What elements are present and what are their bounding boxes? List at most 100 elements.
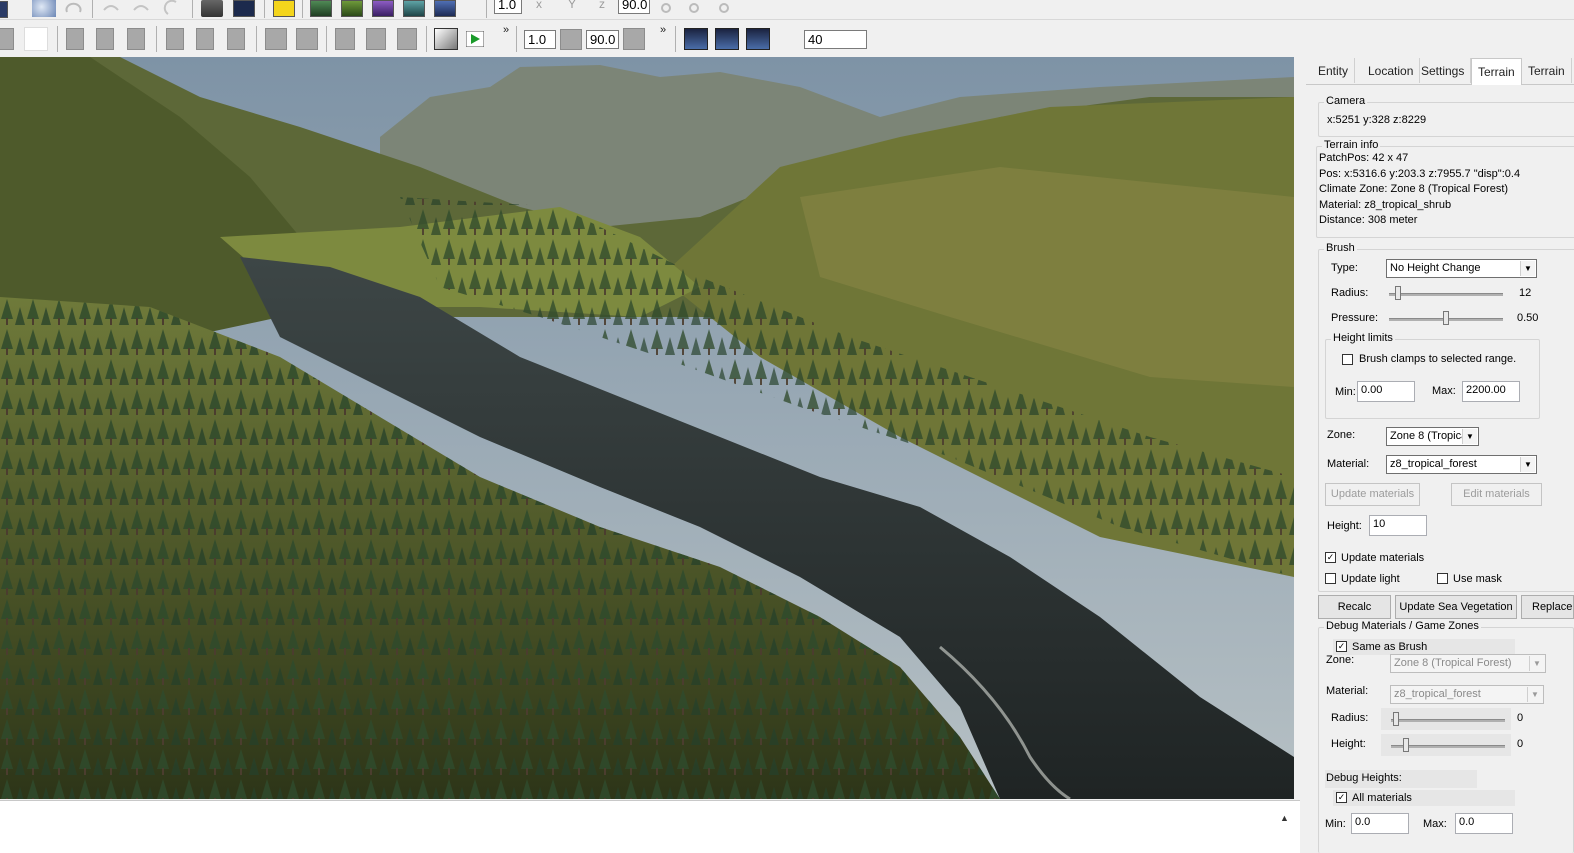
debug-height-value: 0 [1517, 738, 1524, 750]
toolbar2-button-10[interactable] [335, 28, 355, 50]
toolbar2-button-6[interactable] [196, 28, 214, 50]
toolbar2-button-2[interactable] [66, 28, 84, 50]
camera-group: Camera x:5251 y:328 z:8229 [1318, 95, 1574, 137]
scroll-up-icon[interactable]: ▲ [1280, 813, 1289, 823]
replace-button[interactable]: Replace [1521, 595, 1574, 619]
scale-input[interactable]: 1.0 [494, 0, 522, 14]
brush-zone-value: Zone 8 (Tropica [1390, 430, 1468, 442]
debug-height-slider-thumb[interactable] [1403, 738, 1409, 752]
debug-radius-slider[interactable] [1391, 719, 1505, 722]
tools-icon[interactable] [201, 0, 223, 17]
refresh-icon[interactable] [63, 0, 85, 17]
z-axis-label: z [599, 0, 605, 11]
debug-material-label: Material: [1326, 685, 1369, 697]
snap-grid-icon[interactable] [716, 0, 738, 17]
snap-angle-icon[interactable] [686, 0, 708, 17]
brush-height-input[interactable]: 10 [1369, 515, 1427, 536]
angle-input-2[interactable]: 90.0 [586, 30, 619, 49]
redo-icon[interactable] [130, 0, 152, 17]
update-sea-vegetation-button[interactable]: Update Sea Vegetation [1395, 595, 1517, 619]
brush-radius-slider-thumb[interactable] [1395, 286, 1402, 300]
help-icon[interactable] [273, 0, 295, 17]
debug-group-label: Debug Materials / Game Zones [1324, 620, 1481, 632]
update-materials-checkbox[interactable]: ✓ [1325, 552, 1336, 563]
debug-min-input[interactable]: 0.0 [1351, 813, 1409, 834]
debug-zone-dropdown[interactable]: Zone 8 (Tropical Forest) ▼ [1390, 654, 1546, 673]
height-min-input[interactable]: 0.00 [1357, 381, 1415, 402]
height-max-input[interactable]: 2200.00 [1462, 381, 1520, 402]
terrain-viewport[interactable] [0, 57, 1294, 799]
update-light-checkbox[interactable] [1325, 573, 1336, 584]
brush-material-value: z8_tropical_forest [1390, 458, 1477, 470]
brush-group-label: Brush [1324, 242, 1357, 254]
debug-radius-slider-thumb[interactable] [1393, 712, 1399, 726]
recalc-button[interactable]: Recalc [1318, 595, 1391, 619]
angle-input[interactable]: 90.0 [618, 0, 650, 14]
brush-radius-value: 12 [1519, 287, 1532, 299]
terrain-tool-4-icon[interactable] [403, 0, 425, 17]
toolbar-overflow-1[interactable]: » [503, 24, 509, 36]
chevron-down-icon: ▼ [1520, 261, 1535, 276]
use-mask-checkbox[interactable] [1437, 573, 1448, 584]
brush-type-dropdown[interactable]: No Height Change ▼ [1386, 259, 1537, 278]
brush-clamp-checkbox[interactable] [1342, 354, 1353, 365]
toolbar2-button-5[interactable] [166, 28, 184, 50]
tab-terrain-2[interactable]: Terrain [1522, 58, 1572, 83]
toolbar2-button-12[interactable] [397, 28, 417, 50]
debug-height-label: Height: [1331, 738, 1366, 750]
edit-materials-button[interactable]: Edit materials [1451, 483, 1542, 506]
brush-material-dropdown[interactable]: z8_tropical_forest ▼ [1386, 455, 1537, 474]
secondary-toolbar: » 1.0 90.0 » 40 [0, 20, 1574, 56]
play-icon[interactable] [465, 30, 485, 48]
toolbar2-white-button[interactable] [24, 27, 48, 51]
cube-icon[interactable] [434, 28, 458, 50]
brush-radius-slider[interactable] [1389, 293, 1503, 296]
save-icon[interactable] [0, 1, 8, 18]
toolbar2-button-4[interactable] [127, 28, 145, 50]
debug-max-input[interactable]: 0.0 [1455, 813, 1513, 834]
play-fastest-icon[interactable] [746, 28, 770, 50]
terrain-tool-3-icon[interactable] [372, 0, 394, 17]
tab-entity[interactable]: Entity [1312, 58, 1356, 83]
folder-icon[interactable] [623, 28, 645, 50]
brush-height-label: Height: [1327, 520, 1362, 532]
debug-material-dropdown[interactable]: z8_tropical_forest ▼ [1390, 685, 1544, 704]
brush-radius-label: Radius: [1331, 287, 1369, 299]
brush-zone-dropdown[interactable]: Zone 8 (Tropica ▼ [1386, 427, 1479, 446]
toolbar2-button-7[interactable] [227, 28, 245, 50]
panel-tabs: Entity Location Settings Terrain Terrain [1306, 58, 1574, 85]
toolbar2-button-8[interactable] [265, 28, 287, 50]
x-axis-label: x [536, 0, 542, 11]
toolbar2-button-9[interactable] [296, 28, 318, 50]
toolbar2-button-11[interactable] [366, 28, 386, 50]
same-as-brush-checkbox[interactable]: ✓ [1336, 641, 1347, 652]
snap-icon[interactable] [658, 0, 680, 17]
tab-terrain[interactable]: Terrain [1471, 58, 1522, 85]
rotate-icon[interactable] [162, 0, 184, 17]
update-materials-button[interactable]: Update materials [1325, 483, 1420, 506]
debug-materials-group: Debug Materials / Game Zones ✓ Same as B… [1318, 620, 1574, 853]
terrain-tool-5-icon[interactable] [434, 0, 456, 17]
open-level-icon[interactable] [32, 0, 56, 17]
toolbar2-button-3[interactable] [96, 28, 114, 50]
all-materials-checkbox[interactable]: ✓ [1336, 792, 1347, 803]
number-input[interactable]: 40 [804, 30, 867, 49]
scale-input-2[interactable]: 1.0 [524, 30, 556, 49]
tab-settings[interactable]: Settings [1415, 58, 1472, 83]
play-fast-icon[interactable] [715, 28, 739, 50]
brush-pressure-slider-thumb[interactable] [1443, 311, 1449, 325]
play-game-icon[interactable] [684, 28, 708, 50]
console-area[interactable]: ▲ [0, 800, 1300, 853]
undo-icon[interactable] [100, 0, 122, 17]
debug-zone-value: Zone 8 (Tropical Forest) [1394, 657, 1512, 669]
toolbar2-button-1[interactable] [0, 28, 14, 50]
camera-view-icon[interactable] [233, 0, 255, 17]
toolbar2-gray-button[interactable] [560, 29, 582, 50]
toolbar-overflow-2[interactable]: » [660, 24, 666, 36]
climate-zone: Climate Zone: Zone 8 (Tropical Forest) [1319, 183, 1509, 195]
terrain-tool-1-icon[interactable] [310, 0, 332, 17]
tab-location[interactable]: Location [1362, 58, 1421, 83]
terrain-scene [0, 57, 1294, 799]
terrain-tool-2-icon[interactable] [341, 0, 363, 17]
debug-heights-label: Debug Heights: [1326, 772, 1402, 784]
